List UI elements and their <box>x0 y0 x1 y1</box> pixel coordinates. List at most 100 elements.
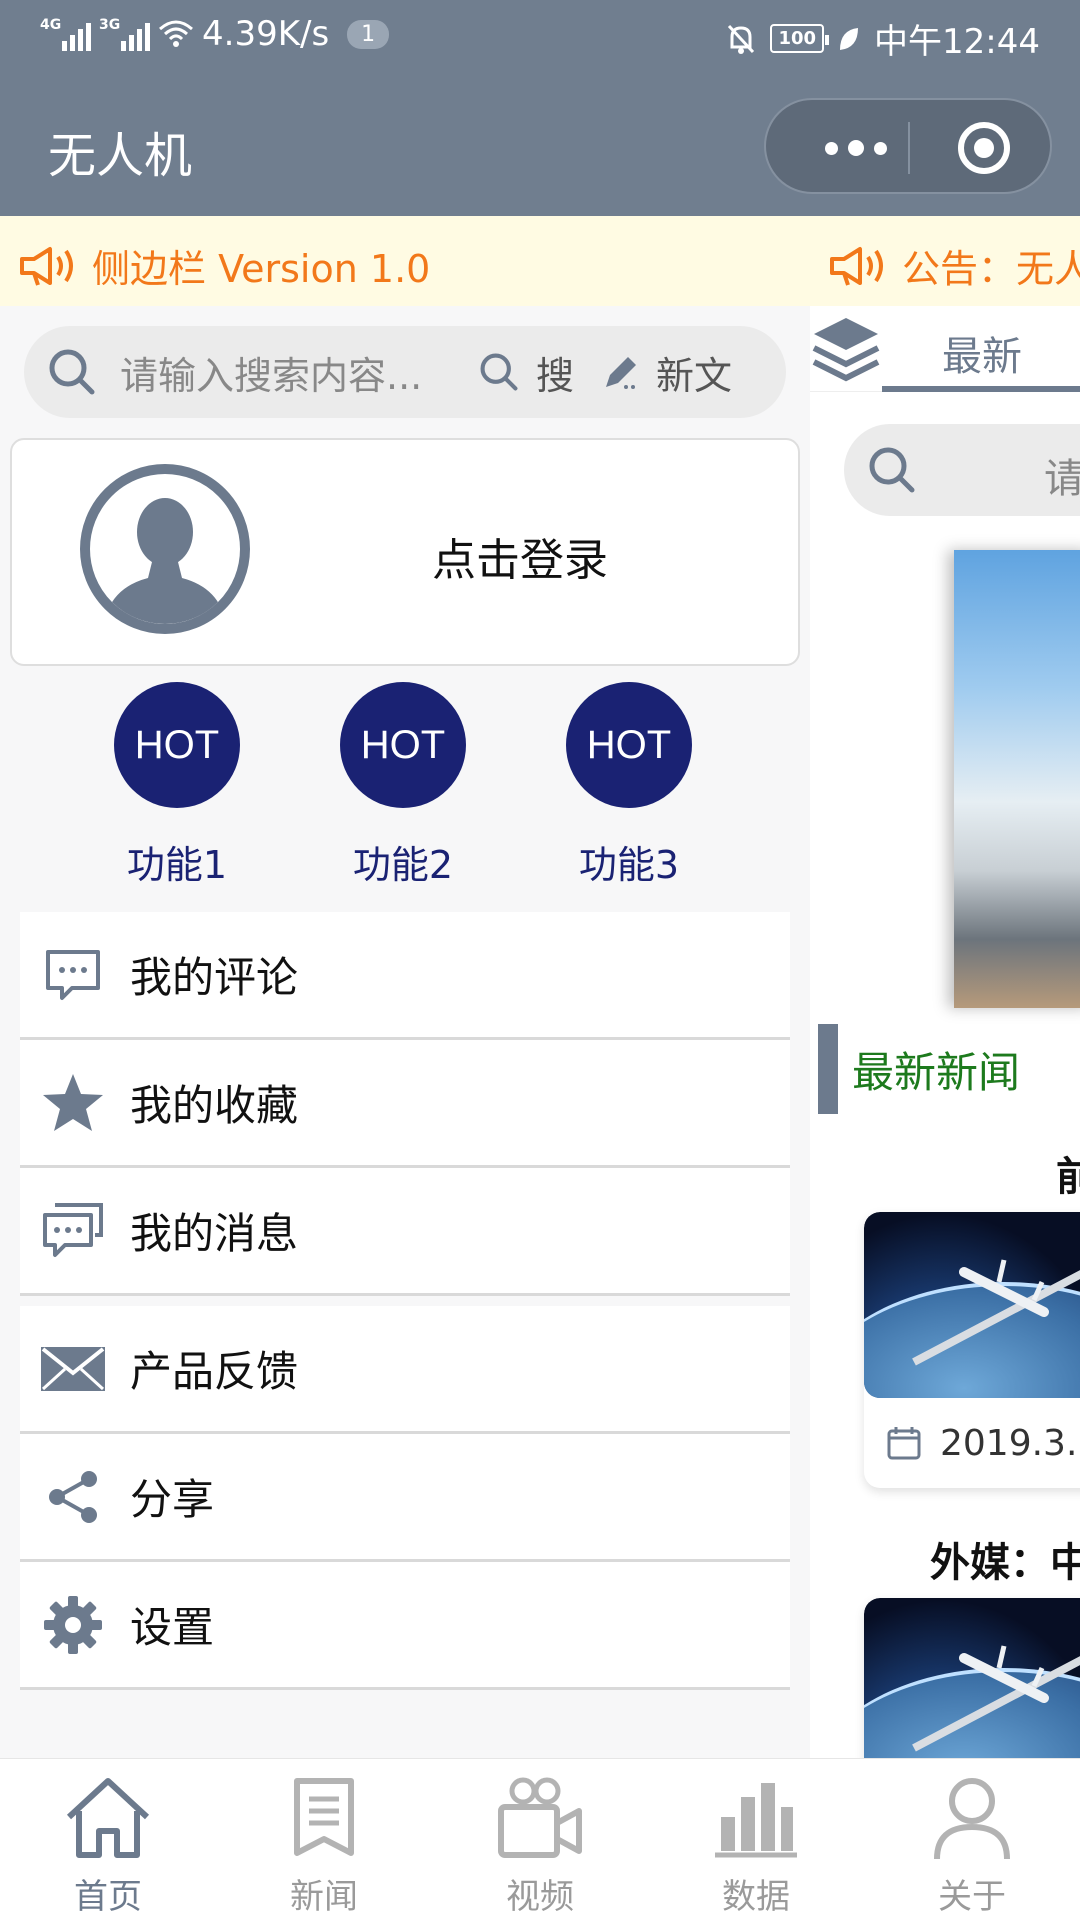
category-tabs: 最新 <box>810 306 1080 392</box>
tab-label: 关于 <box>938 1877 1006 1917</box>
main-search-bar[interactable]: 请输 <box>844 424 1080 516</box>
tab-label: 数据 <box>722 1877 790 1917</box>
menu-label: 我的消息 <box>130 1209 299 1258</box>
news-title[interactable]: 前 <box>1056 1144 1080 1202</box>
tab-video[interactable]: 视频 <box>432 1759 648 1920</box>
menu-label: 分享 <box>130 1475 215 1524</box>
menu-item-comments[interactable]: 我的评论 <box>20 912 790 1040</box>
menu-item-favorites[interactable]: 我的收藏 <box>20 1040 790 1168</box>
comment-icon <box>38 940 108 1010</box>
mini-program-capsule <box>764 98 1052 194</box>
capsule-divider <box>908 122 910 174</box>
new-article-label: 新文 <box>656 353 733 398</box>
messages-icon <box>38 1196 108 1266</box>
menu-label: 我的评论 <box>130 953 299 1002</box>
sidebar: 请输入搜索内容... 搜 新文 点击登录 HOT 功能1 HOT 功能2 HOT… <box>0 306 810 1758</box>
bottom-tab-bar: 首页 新闻 视频 数据 关于 <box>0 1758 1080 1920</box>
news-title[interactable]: 外媒：中 <box>930 1530 1080 1588</box>
news-card[interactable]: 2019.3.2 <box>864 1212 1080 1488</box>
star-icon <box>38 1068 108 1138</box>
notice-item[interactable]: 侧边栏 Version 1.0 <box>18 238 430 293</box>
aircraft-illustration <box>912 1259 1080 1366</box>
menu-label: 我的收藏 <box>130 1081 299 1130</box>
news-image <box>864 1212 1080 1398</box>
calendar-icon <box>887 1427 921 1460</box>
more-dots-icon[interactable] <box>806 122 906 174</box>
network-speed: 4.39K/s <box>202 14 330 54</box>
search-input[interactable]: 请输入搜索内容... <box>120 345 450 400</box>
tab-news[interactable]: 新闻 <box>216 1759 432 1920</box>
video-icon <box>498 1777 582 1858</box>
net-type-4g: 4G <box>40 17 62 33</box>
search-button[interactable]: 搜 <box>476 345 574 400</box>
search-icon <box>49 349 95 395</box>
avatar <box>80 464 250 634</box>
hot-badge: HOT <box>340 682 466 808</box>
search-button-label: 搜 <box>536 353 575 398</box>
signal-4g-icon: 4G <box>40 17 91 51</box>
notification-badge: 1 <box>347 19 390 49</box>
tab-label: 首页 <box>74 1877 142 1917</box>
target-icon[interactable] <box>958 122 1010 174</box>
chart-icon <box>715 1783 797 1858</box>
sidebar-search-bar: 请输入搜索内容... 搜 新文 <box>24 326 786 418</box>
page-title: 无人机 <box>48 128 193 184</box>
function-label: 功能2 <box>352 843 454 887</box>
banner-image[interactable] <box>954 550 1080 1008</box>
share-icon <box>38 1462 108 1532</box>
new-article-button[interactable]: 新文 <box>600 345 732 400</box>
gear-icon <box>38 1590 108 1660</box>
tab-label: 视频 <box>506 1877 574 1917</box>
home-icon <box>66 1778 150 1858</box>
hot-badge: HOT <box>114 682 240 808</box>
megaphone-icon <box>830 246 883 286</box>
menu-group-1: 我的评论 我的收藏 我的消息 <box>20 912 790 1296</box>
function-label: 功能1 <box>126 843 228 887</box>
section-header: 最新新闻 <box>818 1024 1020 1114</box>
menu-label: 产品反馈 <box>130 1347 299 1396</box>
news-date-row: 2019.3.2 <box>864 1398 1080 1488</box>
function-label: 功能3 <box>578 843 680 887</box>
tab-about[interactable]: 关于 <box>864 1759 1080 1920</box>
net-type-3g: 3G <box>99 17 121 33</box>
layers-icon[interactable] <box>810 312 882 390</box>
clock: 中午12:44 <box>874 22 1040 62</box>
hot-badge: HOT <box>566 682 692 808</box>
pencil-icon <box>606 357 637 389</box>
tab-home[interactable]: 首页 <box>0 1759 216 1920</box>
menu-item-feedback[interactable]: 产品反馈 <box>20 1306 790 1434</box>
notice-bar: 侧边栏 Version 1.0 公告：无人 <box>0 216 1080 306</box>
function-3-button[interactable]: HOT 功能3 <box>554 682 704 889</box>
function-shortcuts: HOT 功能1 HOT 功能2 HOT 功能3 <box>0 682 810 887</box>
menu-item-share[interactable]: 分享 <box>20 1434 790 1562</box>
tab-label: 新闻 <box>290 1877 358 1917</box>
menu-item-settings[interactable]: 设置 <box>20 1562 790 1690</box>
function-1-button[interactable]: HOT 功能1 <box>102 682 252 889</box>
search-placeholder: 请输 <box>1044 456 1080 502</box>
menu-label: 设置 <box>130 1603 215 1652</box>
signal-3g-icon: 3G <box>99 17 150 51</box>
search-icon <box>869 447 915 493</box>
news-date: 2019.3.2 <box>940 1422 1080 1464</box>
battery-indicator: 100 <box>770 24 829 53</box>
notice-text: 公告：无人 <box>902 247 1080 291</box>
menu-group-2: 产品反馈 分享 设置 <box>20 1306 790 1690</box>
menu-item-messages[interactable]: 我的消息 <box>20 1168 790 1296</box>
news-icon <box>294 1778 354 1856</box>
login-card[interactable]: 点击登录 <box>10 438 800 666</box>
notice-item[interactable]: 公告：无人 <box>828 238 1080 293</box>
nav-bar: 无人机 <box>0 74 1080 216</box>
tab-data[interactable]: 数据 <box>648 1759 864 1920</box>
user-icon <box>934 1778 1010 1860</box>
search-icon <box>480 353 518 391</box>
aircraft-illustration <box>912 1645 1080 1752</box>
status-bar: 4G 3G 4.39K/s 1 100 中午12:44 <box>0 0 1080 74</box>
news-image <box>864 1598 1080 1758</box>
main-content: 最新 请输 最新新闻 前 2019.3.2 外媒：中 <box>810 306 1080 1758</box>
login-label: 点击登录 <box>432 535 608 586</box>
tab-latest[interactable]: 最新 <box>942 324 1022 382</box>
megaphone-icon <box>20 246 73 286</box>
function-2-button[interactable]: HOT 功能2 <box>328 682 478 889</box>
news-card[interactable] <box>864 1598 1080 1758</box>
notice-text: 侧边栏 Version 1.0 <box>92 247 431 291</box>
